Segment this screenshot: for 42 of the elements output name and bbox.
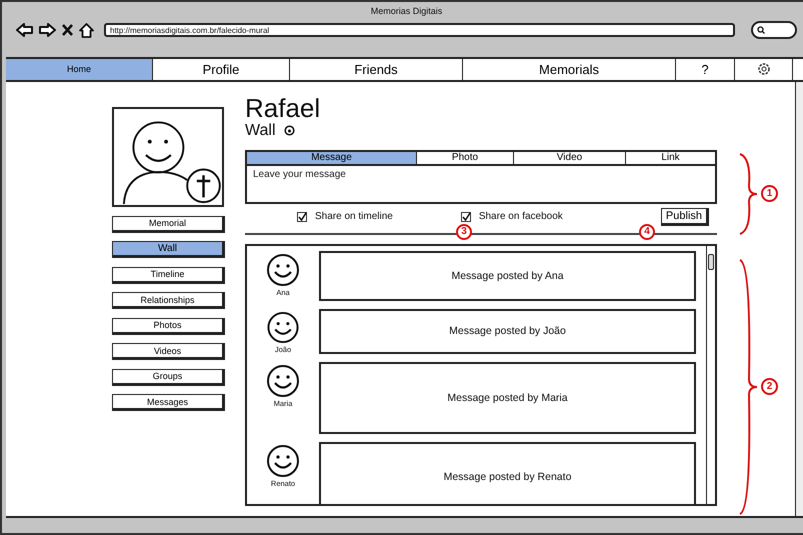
sidebar-button[interactable]: Wall (112, 241, 225, 258)
annotation-marker: 2 (761, 378, 778, 396)
section-title: Wall (245, 122, 276, 140)
profile-name: Rafael (245, 94, 322, 122)
page-scrollbar[interactable] (795, 82, 803, 516)
message-card: Message posted by Renato (319, 442, 696, 504)
annotation-marker: 3 (456, 224, 472, 240)
search-field[interactable] (751, 21, 797, 39)
address-field[interactable]: http://memoriasdigitais.com.br/falecido-mural (104, 23, 735, 37)
sidebar-button[interactable]: Photos (112, 318, 225, 335)
checkbox[interactable] (460, 212, 471, 222)
forward-arrow-icon[interactable] (39, 23, 56, 37)
help-icon[interactable] (284, 125, 295, 136)
window-title: Memorias Digitais (370, 6, 442, 16)
sidebar-button[interactable]: Memorial (112, 216, 225, 233)
message-field[interactable]: Leave your message (245, 164, 717, 204)
search-icon (757, 26, 765, 34)
sidebar-button[interactable]: Videos (112, 343, 225, 360)
sidebar-button[interactable]: Groups (112, 368, 225, 386)
back-arrow-icon[interactable] (16, 23, 33, 37)
home-icon[interactable] (79, 22, 94, 38)
smiley-avatar-icon (266, 310, 300, 344)
scrollbar[interactable] (706, 246, 715, 504)
smiley-avatar-icon (266, 252, 300, 287)
sidebar-button[interactable]: Messages (112, 394, 225, 412)
message-card: Message posted by Maria (319, 362, 696, 434)
message-card: Message posted by João (319, 308, 696, 354)
checkbox-label: Share on facebook (478, 211, 563, 222)
publish-button[interactable]: Publish (660, 208, 709, 226)
sidebar-button[interactable]: Relationships (112, 292, 225, 310)
checkbox-label: Share on timeline (315, 211, 393, 222)
nav-tab[interactable]: Home (6, 59, 153, 80)
settings-icon (756, 61, 772, 78)
checkbox[interactable] (297, 212, 307, 222)
smiley-avatar-icon (266, 444, 300, 478)
sidebar-button[interactable]: Timeline (112, 266, 225, 284)
close-icon[interactable] (62, 24, 73, 36)
smiley-avatar-icon (266, 364, 300, 398)
annotation-marker: 1 (761, 185, 778, 202)
annotation-marker: 4 (639, 224, 655, 240)
composer-tab[interactable]: Message (247, 152, 417, 164)
message-card: Message posted by Ana (319, 250, 696, 301)
